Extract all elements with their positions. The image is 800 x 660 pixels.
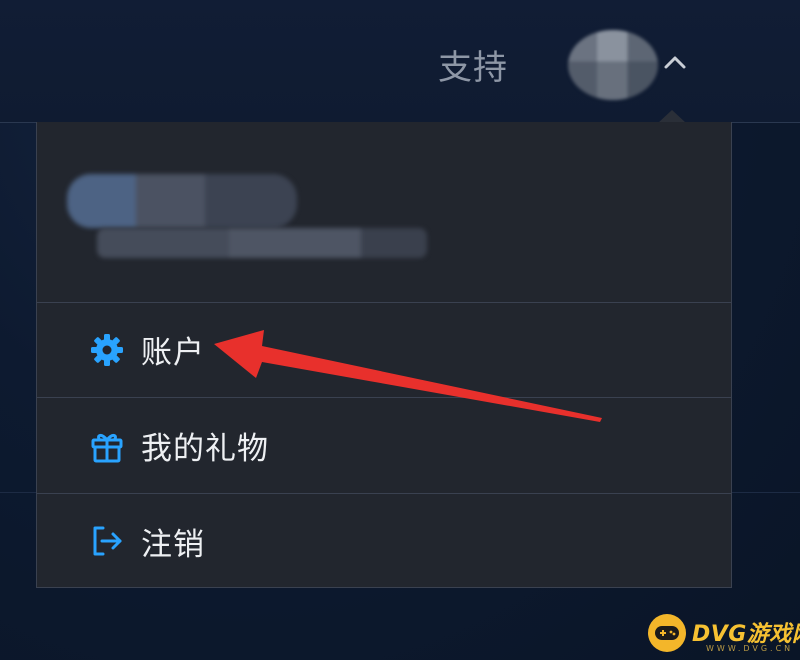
menu-item-label: 我的礼物 <box>141 431 269 467</box>
profile-summary <box>37 122 731 303</box>
watermark: DVG游戏网 WWW.DVG.CN <box>648 612 800 656</box>
blurred-username <box>67 174 297 228</box>
chevron-up-icon[interactable] <box>660 50 690 74</box>
menu-item-my-gifts[interactable]: 我的礼物 <box>37 398 731 494</box>
gamepad-icon <box>648 614 686 652</box>
menu-item-label: 注销 <box>141 526 205 563</box>
menu-item-account[interactable]: 账户 <box>37 302 731 398</box>
top-header: 支持 <box>0 0 800 123</box>
gift-icon <box>87 426 127 466</box>
watermark-url: WWW.DVG.CN <box>706 644 794 653</box>
account-dropdown-menu: 账户 我的礼物 注销 <box>36 122 732 588</box>
menu-item-logout[interactable]: 注销 <box>37 494 731 588</box>
gear-icon <box>87 330 127 370</box>
blurred-user-info <box>97 228 427 258</box>
menu-item-label: 账户 <box>141 335 205 371</box>
user-avatar[interactable] <box>568 30 658 100</box>
logout-icon <box>87 521 127 561</box>
support-link[interactable]: 支持 <box>438 40 508 89</box>
